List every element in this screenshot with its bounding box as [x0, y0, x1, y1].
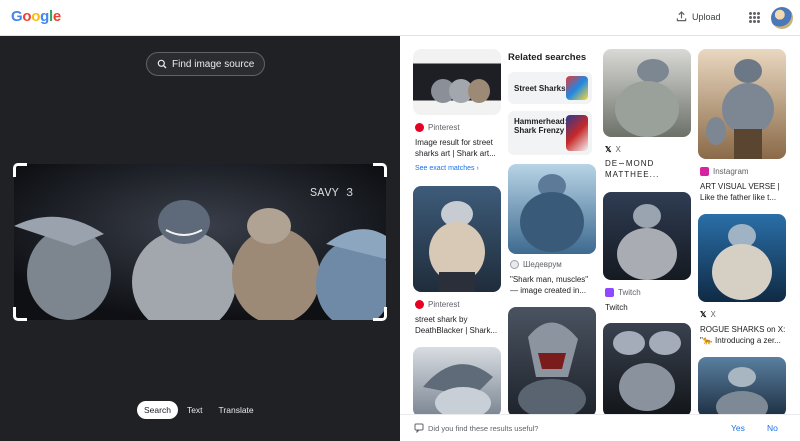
query-image-panel: Find image source SAVY 3 Search Text Tra… [0, 36, 400, 441]
source-label: X [710, 310, 716, 319]
find-image-source-label: Find image source [172, 58, 255, 70]
feedback-icon [414, 423, 424, 433]
tab-text[interactable]: Text [180, 401, 210, 419]
source-label: Instagram [713, 167, 749, 176]
mode-tabs: Search Text Translate [137, 401, 261, 419]
crop-region[interactable]: SAVY 3 [13, 163, 387, 321]
result-source-6: 𝕏 X [605, 145, 621, 154]
result-source-1: Pinterest [415, 123, 460, 132]
source-label: Pinterest [428, 300, 460, 309]
feedback-bar: Did you find these results useful? Yes N… [400, 414, 800, 441]
apps-grid-icon[interactable] [749, 12, 760, 23]
crop-handle-bottom-left[interactable] [13, 307, 27, 321]
upload-button[interactable]: Upload [676, 11, 721, 22]
related-search-label: Hammerhead: Shark Frenzy [514, 117, 568, 135]
feedback-yes-button[interactable]: Yes [731, 423, 745, 433]
globe-icon [510, 260, 519, 269]
feedback-no-button[interactable]: No [767, 423, 778, 433]
source-label: Pinterest [428, 123, 460, 132]
result-caption-4[interactable]: "Shark man, muscles" — image created in.… [510, 274, 596, 296]
result-image-7[interactable] [603, 192, 691, 280]
crop-handle-top-left[interactable] [13, 163, 27, 177]
result-caption-6[interactable]: DE∽MOND MATTHEE... [605, 158, 691, 180]
result-source-4: Шедеврум [510, 260, 562, 269]
x-icon: 𝕏 [605, 145, 612, 154]
google-logo[interactable]: Google [11, 8, 61, 25]
upload-label: Upload [692, 11, 721, 22]
see-exact-matches-label: See exact matches [415, 165, 475, 172]
feedback-question: Did you find these results useful? [428, 424, 539, 433]
result-image-10[interactable] [698, 214, 786, 302]
result-image-6[interactable] [603, 49, 691, 137]
result-image-9[interactable] [698, 49, 786, 159]
result-caption-10[interactable]: ROGUE SHARKS on X: "🐆 Introducing a zer.… [700, 324, 788, 346]
avatar[interactable] [771, 7, 793, 29]
result-caption-2[interactable]: street shark by DeathBlacker | Shark... [415, 314, 503, 336]
query-image: SAVY 3 [14, 164, 386, 320]
result-source-9: Instagram [700, 167, 749, 176]
result-image-11[interactable] [698, 357, 786, 417]
pinterest-icon [415, 123, 424, 132]
upload-icon [676, 11, 687, 22]
related-search-item-street-sharks[interactable]: Street Sharks [508, 72, 592, 104]
see-exact-matches-link[interactable]: See exact matches › [415, 165, 479, 172]
related-search-thumbnail [566, 76, 588, 100]
top-bar: Google Upload [0, 0, 800, 36]
pinterest-icon [415, 300, 424, 309]
x-icon: 𝕏 [700, 310, 707, 319]
twitch-icon [605, 288, 614, 297]
source-label: X [615, 145, 621, 154]
result-source-10: 𝕏 X [700, 310, 716, 319]
visual-matches-panel: Pinterest Image result for street sharks… [400, 36, 800, 441]
find-image-source-button[interactable]: Find image source [146, 52, 266, 76]
result-caption-1[interactable]: Image result for street sharks art | Sha… [415, 137, 503, 159]
result-image-1[interactable] [413, 49, 501, 115]
result-image-2[interactable] [413, 186, 501, 292]
related-search-label: Street Sharks [514, 84, 566, 93]
result-caption-9[interactable]: ART VISUAL VERSE | Like the father like … [700, 181, 788, 203]
tab-search[interactable]: Search [137, 401, 178, 419]
tab-translate[interactable]: Translate [212, 401, 261, 419]
result-source-7: Twitch [605, 288, 641, 297]
related-searches-title: Related searches [508, 52, 587, 63]
crop-overlay-text: SAVY 3 [310, 186, 353, 200]
crop-handle-bottom-right[interactable] [373, 307, 387, 321]
result-image-4[interactable] [508, 164, 596, 254]
result-image-5[interactable] [508, 307, 596, 417]
source-label: Twitch [618, 288, 641, 297]
crop-handle-top-right[interactable] [373, 163, 387, 177]
result-image-3[interactable] [413, 347, 501, 417]
related-search-item-hammerhead[interactable]: Hammerhead: Shark Frenzy [508, 111, 592, 155]
related-search-thumbnail [566, 115, 588, 151]
result-caption-7[interactable]: Twitch [605, 302, 691, 313]
result-image-8[interactable] [603, 323, 691, 417]
lens-search-icon [157, 59, 167, 69]
result-source-2: Pinterest [415, 300, 460, 309]
instagram-icon [700, 167, 709, 176]
source-label: Шедеврум [523, 260, 562, 269]
